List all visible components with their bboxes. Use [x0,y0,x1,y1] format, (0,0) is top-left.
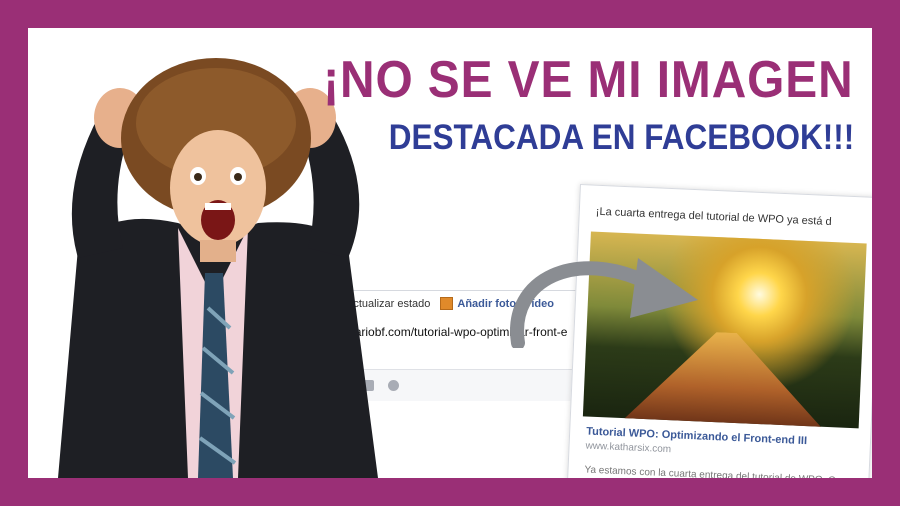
frustrated-man-illustration [58,58,378,478]
curved-arrow-icon [510,258,698,348]
headline-line2: DESTACADA EN FACEBOOK!!! [388,118,854,157]
banner-frame: Actualizar estado Añadir fotos/vídeo htt… [28,28,872,478]
headline-line1: ¡NO SE VE MI IMAGEN [323,51,854,109]
post-text: ¡La cuarta entrega del tutorial de WPO y… [595,205,832,229]
photo-icon [440,297,454,310]
link-domain: www.katharsix.com [585,440,672,456]
link-description: Ya estamos con la cuarta entrega del tut… [584,464,847,478]
